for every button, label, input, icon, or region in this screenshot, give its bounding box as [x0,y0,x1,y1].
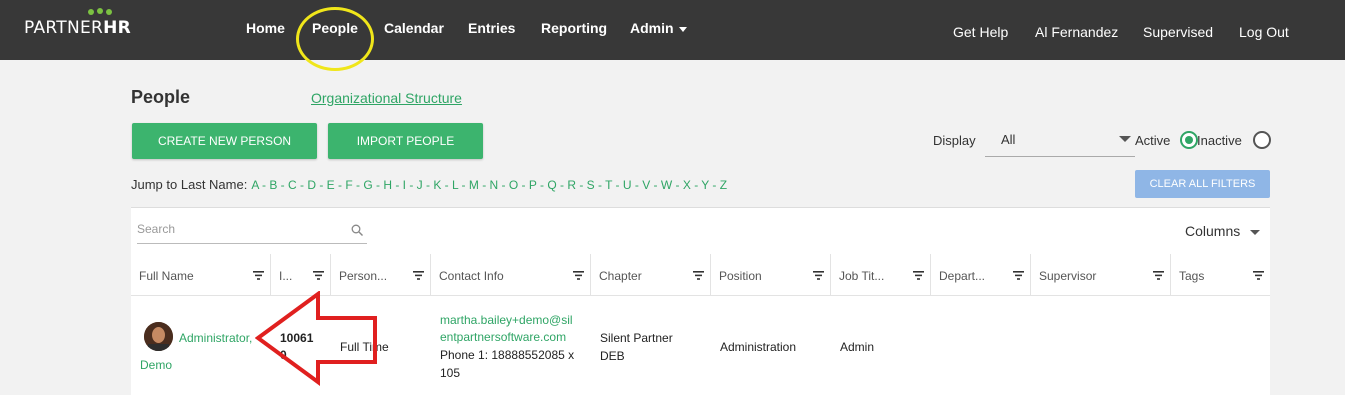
active-radio-label: Active [1135,133,1171,148]
filter-icon[interactable] [413,271,424,280]
columns-label: Columns [1185,223,1241,239]
column-label: Position [719,269,762,283]
column-label: Contact Info [439,269,504,283]
filter-icon[interactable] [693,271,704,280]
nav-user-name[interactable]: Al Fernandez [1035,24,1118,40]
filter-icon[interactable] [313,271,324,280]
red-annotation-arrow-icon [255,291,377,386]
avatar [144,322,173,351]
yellow-highlight-circle [296,7,374,71]
inactive-radio[interactable] [1253,131,1271,149]
filter-icon[interactable] [813,271,824,280]
filter-icon[interactable] [1253,271,1264,280]
organizational-structure-link[interactable]: Organizational Structure [311,90,462,106]
position-text: Administration [720,340,797,354]
column-label: Job Tit... [839,269,885,283]
columns-button[interactable]: Columns [1185,223,1261,239]
chevron-down-icon [1250,229,1261,235]
active-radio[interactable] [1180,131,1198,149]
filter-icon[interactable] [1153,271,1164,280]
display-select-value: All [1001,132,1016,147]
display-label: Display [933,133,976,148]
clear-all-filters-button[interactable]: CLEAR ALL FILTERS [1135,170,1270,198]
column-header-full-name[interactable]: Full Name [131,254,271,296]
column-header-tags[interactable]: Tags [1171,254,1270,296]
filter-icon[interactable] [1013,271,1024,280]
column-label: Person... [339,269,388,283]
search-input[interactable] [137,220,337,236]
logo-leaf-icon [88,8,112,15]
nav-admin-label: Admin [630,20,674,36]
page-title: People [131,87,191,107]
column-header-supervisor[interactable]: Supervisor [1031,254,1171,296]
chapter-text-line2: DEB [600,349,625,363]
column-header-job-title[interactable]: Job Tit... [831,254,931,296]
top-nav-bar: PARTNERHR Home People Calendar Entries R… [0,0,1345,60]
column-label: I... [279,269,293,283]
email-link[interactable]: martha.bailey+demo@sil [440,312,573,329]
column-label: Depart... [939,269,986,283]
jump-to-last-name: Jump to Last Name: A - B - C - D - E - F … [131,177,727,192]
jump-label: Jump to Last Name: [131,177,248,192]
nav-supervised[interactable]: Supervised [1143,24,1213,40]
import-people-button[interactable]: IMPORT PEOPLE [328,123,483,159]
column-header-position[interactable]: Position [711,254,831,296]
column-header-contact-info[interactable]: Contact Info [431,254,591,296]
column-label: Chapter [599,269,642,283]
column-label: Tags [1179,269,1205,283]
filter-icon[interactable] [253,271,264,280]
nav-log-out[interactable]: Log Out [1239,24,1289,40]
column-header-department[interactable]: Depart... [931,254,1031,296]
partnerhr-logo[interactable]: PARTNERHR [24,8,132,38]
person-name-link[interactable]: Administrator, [179,330,252,347]
column-header-chapter[interactable]: Chapter [591,254,711,296]
chapter-text: Silent Partner [600,331,673,345]
nav-calendar[interactable]: Calendar [384,20,444,36]
column-header-person-type[interactable]: Person... [331,254,431,296]
nav-admin-dropdown[interactable]: Admin [630,20,687,36]
search-box [137,220,367,244]
filter-icon[interactable] [913,271,924,280]
search-icon [351,224,363,236]
phone-text: Phone 1: 18888552085 x [440,348,575,362]
create-new-person-button[interactable]: CREATE NEW PERSON [132,123,317,159]
phone-text-line2: 105 [440,366,461,380]
chevron-down-icon [678,26,687,32]
nav-entries[interactable]: Entries [468,20,515,36]
nav-home[interactable]: Home [246,20,285,36]
job-title-text: Admin [840,340,875,354]
nav-reporting[interactable]: Reporting [541,20,607,36]
logo-prefix: PARTNER [24,18,104,38]
dropdown-arrow-icon [1119,136,1131,142]
email-link-line2[interactable]: entpartnersoftware.com [440,329,566,346]
column-label: Supervisor [1039,269,1097,283]
table-header: Full Name I... Person... Contact Info Ch… [131,254,1270,296]
nav-get-help[interactable]: Get Help [953,24,1008,40]
inactive-radio-label: Inactive [1197,133,1242,148]
column-label: Full Name [139,269,194,283]
display-select[interactable]: All [985,125,1135,157]
logo-suffix: HR [103,18,132,38]
person-photo-icon [144,322,173,351]
filter-icon[interactable] [573,271,584,280]
jump-letter-links[interactable]: A - B - C - D - E - F - G - H - I - J - … [251,178,727,192]
person-name-link-line2[interactable]: Demo [140,357,172,374]
column-header-id[interactable]: I... [271,254,331,296]
